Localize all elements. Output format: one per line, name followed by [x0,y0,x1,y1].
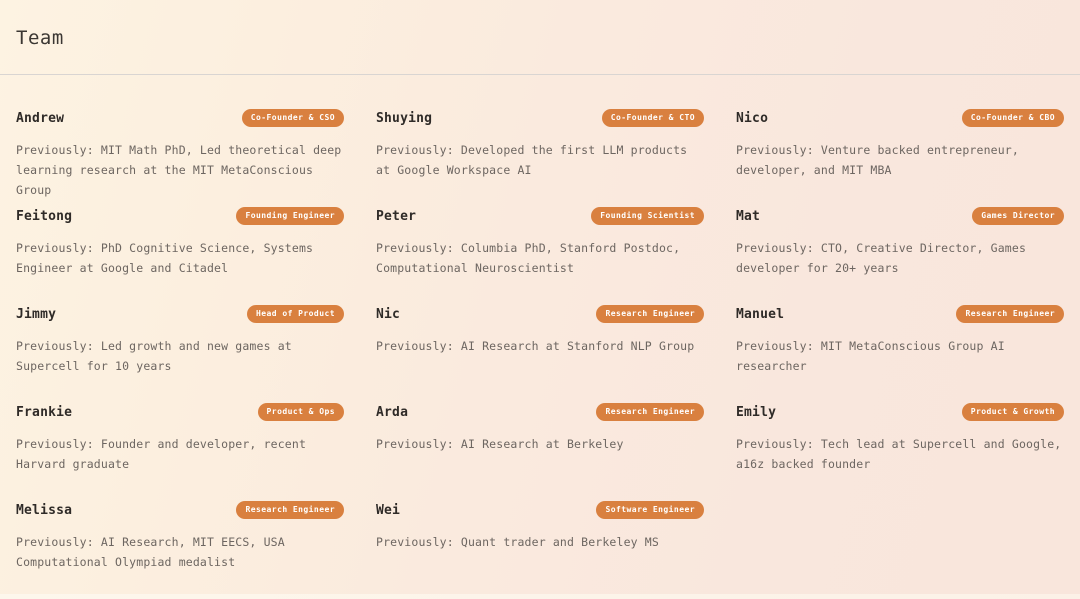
team-member-header: Andrew Co-Founder & CSO [16,108,344,128]
team-member-bio: Previously: CTO, Creative Director, Game… [736,241,1027,275]
team-member-role-badge: Research Engineer [596,403,704,421]
team-member-card: Frankie Product & Ops Previously: Founder … [0,402,360,500]
team-member-role-badge: Head of Product [247,305,344,323]
team-member-role-badge: Founding Engineer [236,207,344,225]
team-member-role-badge: Product & Ops [257,403,344,421]
team-member-bio: Previously: AI Research at Berkeley [376,437,624,451]
team-member-bio: Previously: Developed the first LLM prod… [376,143,688,177]
team-member-bio: Previously: Columbia PhD, Stanford Postd… [376,241,681,275]
team-member-header: Emily Product & Growth [736,402,1064,422]
team-member-card: Emily Product & Growth Previously: Tech le… [720,402,1080,500]
team-member-role-badge: Co-Founder & CSO [241,109,344,127]
team-member-card: Nico Co-Founder & CBO Previously: Venture … [720,108,1080,206]
team-member-role-badge: Co-Founder & CBO [961,109,1064,127]
team-member-name: Nic [376,306,401,322]
page-header: Team [0,0,1080,75]
team-member-bio: Previously: Founder and developer, recen… [16,437,307,471]
team-member-bio: Previously: Led growth and new games at … [16,339,292,373]
team-member-name: Manuel [736,306,785,322]
team-member-name: Mat [736,208,761,224]
team-member-name: Emily [736,404,777,420]
team-member-name: Frankie [16,404,73,420]
team-member-bio: Previously: MIT MetaConscious Group AI r… [736,339,1005,373]
team-member-bio: Previously: AI Research at Stanford NLP … [376,339,695,353]
team-member-grid: Andrew Co-Founder & CSO Previously: MIT Ma… [0,75,1080,598]
team-member-card: Mat Games Director Previously: CTO, Creati… [720,206,1080,304]
team-member-bio: Previously: MIT Math PhD, Led theoretica… [16,143,342,197]
team-member-card: Arda Research Engineer Previously: AI Rese… [360,402,720,500]
team-member-header: Feitong Founding Engineer [16,206,344,226]
team-member-card: Jimmy Head of Product Previously: Led grow… [0,304,360,402]
team-member-card: Andrew Co-Founder & CSO Previously: MIT Ma… [0,108,360,206]
team-member-role-badge: Research Engineer [956,305,1064,323]
team-member-header: Mat Games Director [736,206,1064,226]
team-member-role-badge: Research Engineer [596,305,704,323]
page-title: Team [16,26,64,49]
team-member-name: Peter [376,208,417,224]
team-member-header: Jimmy Head of Product [16,304,344,324]
team-member-header: Nic Research Engineer [376,304,704,324]
team-member-name: Feitong [16,208,73,224]
team-member-name: Arda [376,404,409,420]
team-member-name: Nico [736,110,769,126]
team-member-card: Melissa Research Engineer Previously: AI R… [0,500,360,598]
team-member-bio: Previously: Venture backed entrepreneur,… [736,143,1019,177]
team-member-header: Manuel Research Engineer [736,304,1064,324]
team-member-name: Shuying [376,110,433,126]
team-member-card: Shuying Co-Founder & CTO Previously: Devel… [360,108,720,206]
team-member-header: Melissa Research Engineer [16,500,344,520]
team-page: Team Andrew Co-Founder & CSO Previously: M… [0,0,1080,599]
team-member-header: Peter Founding Scientist [376,206,704,226]
team-member-header: Wei Software Engineer [376,500,704,520]
team-member-role-badge: Games Director [972,207,1064,225]
team-member-bio: Previously: AI Research, MIT EECS, USA C… [16,535,285,569]
team-member-card: Wei Software Engineer Previously: Quant tr… [360,500,720,598]
team-member-header: Arda Research Engineer [376,402,704,422]
team-member-header: Frankie Product & Ops [16,402,344,422]
team-member-name: Wei [376,502,401,518]
team-member-role-badge: Founding Scientist [591,207,704,225]
team-member-header: Shuying Co-Founder & CTO [376,108,704,128]
team-member-role-badge: Research Engineer [236,501,344,519]
team-member-name: Melissa [16,502,73,518]
team-member-bio: Previously: PhD Cognitive Science, Syste… [16,241,314,275]
team-member-name: Jimmy [16,306,57,322]
team-member-bio: Previously: Quant trader and Berkeley MS [376,535,659,549]
team-member-card: Peter Founding Scientist Previously: Colum… [360,206,720,304]
team-member-card: Feitong Founding Engineer Previously: PhD … [0,206,360,304]
team-member-role-badge: Product & Growth [961,403,1064,421]
team-member-card: Manuel Research Engineer Previously: MIT M… [720,304,1080,402]
team-member-header: Nico Co-Founder & CBO [736,108,1064,128]
team-member-bio: Previously: Tech lead at Supercell and G… [736,437,1062,471]
team-member-card: Nic Research Engineer Previously: AI Resea… [360,304,720,402]
team-member-name: Andrew [16,110,65,126]
team-member-role-badge: Co-Founder & CTO [601,109,704,127]
team-member-role-badge: Software Engineer [596,501,704,519]
